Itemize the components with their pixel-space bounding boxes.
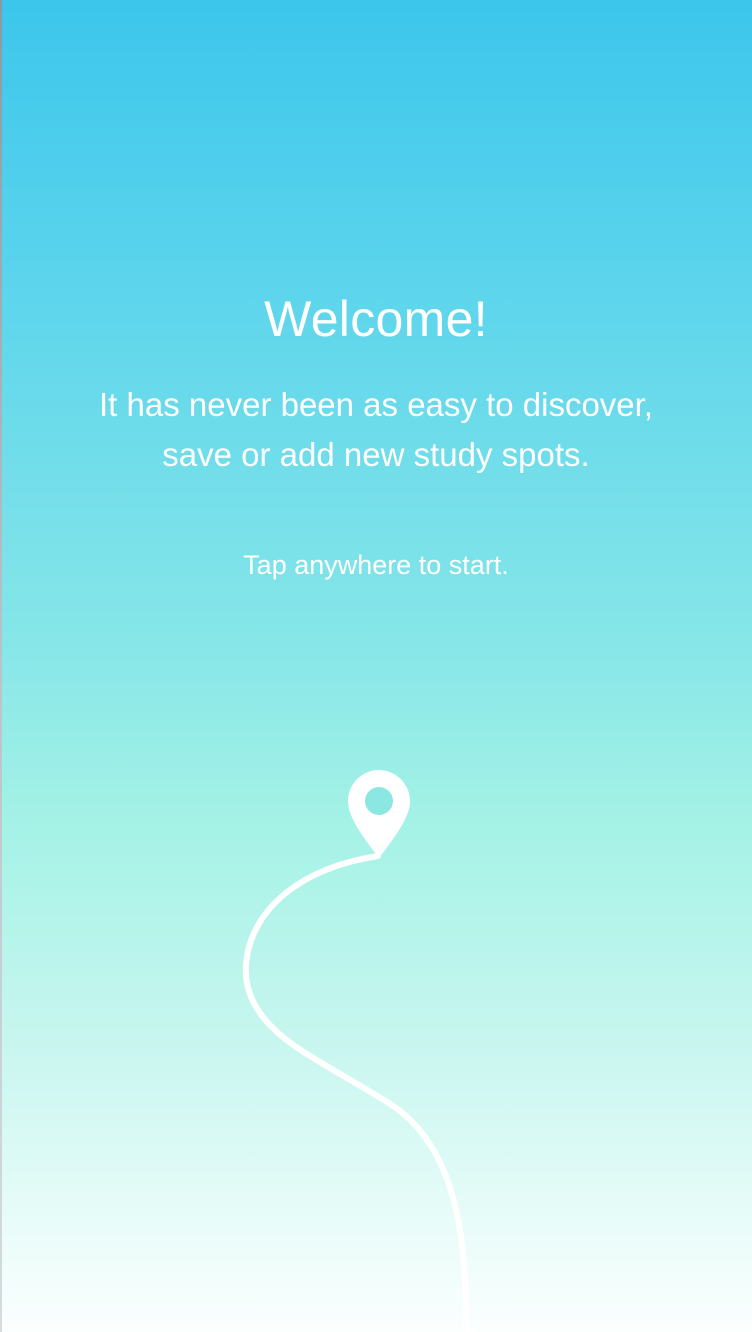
route-path [242,853,470,1332]
welcome-screen[interactable]: Welcome! It has never been as easy to di… [0,0,752,1332]
map-pin-icon [348,770,410,858]
route-illustration [242,770,470,1332]
